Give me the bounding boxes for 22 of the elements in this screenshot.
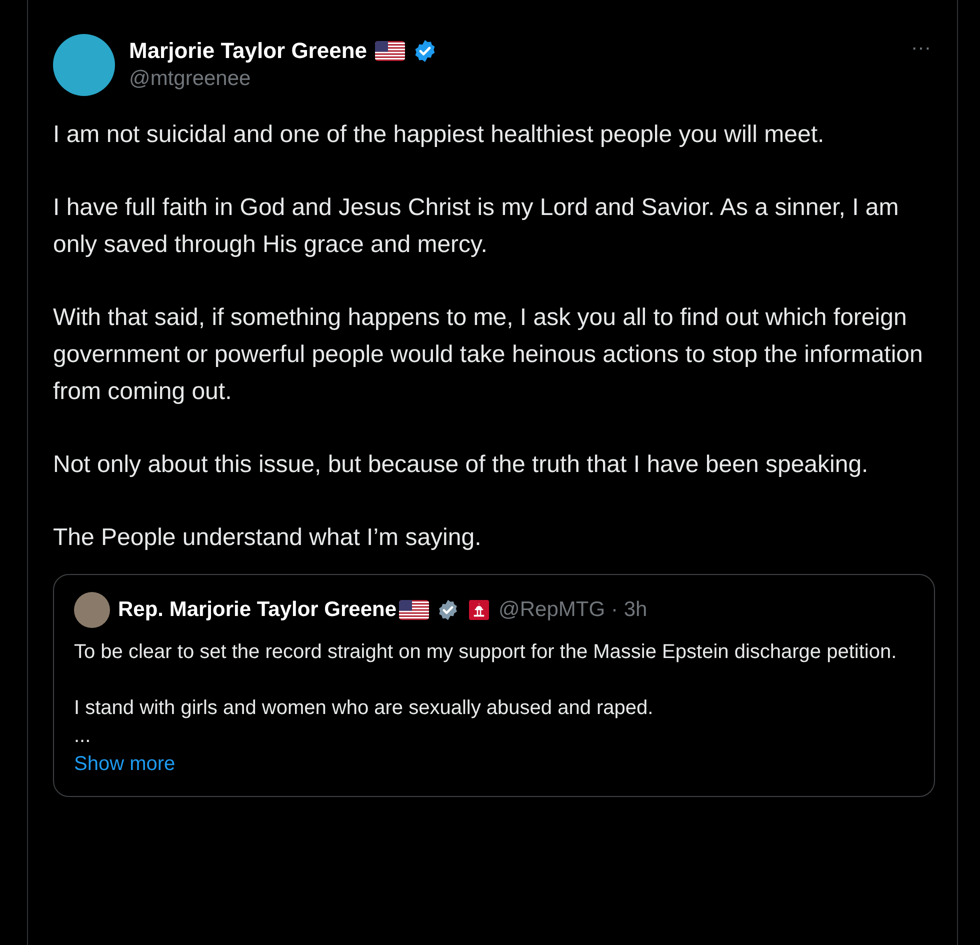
verified-badge-icon	[436, 599, 459, 621]
quoted-handle[interactable]: @RepMTG	[498, 597, 606, 623]
show-more-link[interactable]: Show more	[74, 750, 914, 778]
quoted-text: ...	[74, 724, 92, 749]
post-text: With that said, if something happens to me, I ask you all to find out which foreign government or powerful people would take heinous actions to stop the information from coming out.	[53, 303, 924, 407]
author-handle[interactable]: @mtgreenee	[129, 65, 912, 93]
quoted-text: To be clear to set the record straight on my support for the Massie Epstein discharge petition.	[74, 640, 898, 665]
government-label-icon	[468, 600, 489, 620]
quoted-text: I stand with girls and women who are sexually abused and raped.	[74, 696, 654, 721]
verified-badge-icon	[413, 39, 438, 63]
flag-icon	[398, 600, 429, 620]
post-text: I am not suicidal and one of the happiest healthiest people you will meet.	[53, 120, 826, 150]
author-name[interactable]: Marjorie Taylor Greene	[129, 37, 368, 65]
avatar[interactable]	[74, 592, 110, 628]
post-text: The People understand what I’m saying.	[53, 523, 482, 553]
post-text: I have full faith in God and Jesus Christ is my Lord and Savior. As a sinner, I am only saved through His grace and mercy.	[53, 193, 900, 260]
post-text: Not only about this issue, but because of the truth that I have been speaking.	[53, 450, 870, 480]
more-button[interactable]: ···	[911, 38, 931, 58]
author-name[interactable]: Rep. Marjorie Taylor Greene	[118, 597, 397, 623]
post-time[interactable]: · 3h	[611, 597, 648, 623]
flag-icon	[375, 41, 406, 61]
quoted-post-card[interactable]	[53, 574, 935, 797]
